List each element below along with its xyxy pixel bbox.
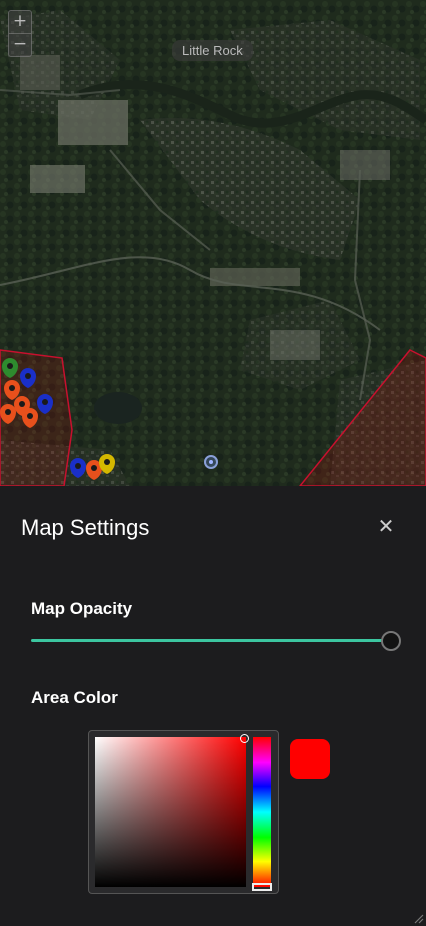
hue-slider-handle[interactable]: [252, 883, 272, 891]
slider-thumb[interactable]: [381, 631, 401, 651]
slider-track[interactable]: [31, 639, 391, 642]
hue-slider[interactable]: [253, 737, 271, 887]
map-markers[interactable]: [0, 0, 426, 486]
marker-pin[interactable]: [37, 394, 53, 414]
map-settings-panel: Map Settings ✕ Map Opacity Area Color: [0, 486, 426, 926]
zoom-out-button[interactable]: −: [9, 33, 31, 56]
saturation-value-handle[interactable]: [240, 734, 249, 743]
saturation-value-area[interactable]: [95, 737, 246, 887]
zoom-in-button[interactable]: +: [9, 11, 31, 33]
close-icon[interactable]: ✕: [374, 514, 398, 538]
marker-pin[interactable]: [2, 358, 18, 378]
opacity-label: Map Opacity: [31, 599, 133, 618]
marker-pin[interactable]: [70, 458, 86, 478]
marker-pin[interactable]: [0, 404, 16, 424]
map-view[interactable]: + − Little Rock: [0, 0, 426, 486]
current-location-marker[interactable]: [204, 455, 218, 469]
color-picker: [88, 730, 279, 894]
zoom-control: + −: [8, 10, 32, 57]
map-opacity-slider[interactable]: [31, 631, 401, 651]
resize-grip-icon[interactable]: [412, 912, 424, 924]
selected-color-swatch[interactable]: [290, 739, 330, 779]
panel-title: Map Settings: [21, 515, 150, 540]
marker-pin[interactable]: [22, 408, 38, 428]
city-label: Little Rock: [172, 40, 253, 61]
area-color-label: Area Color: [31, 688, 118, 707]
marker-pin[interactable]: [20, 368, 36, 388]
marker-pin[interactable]: [4, 380, 20, 400]
